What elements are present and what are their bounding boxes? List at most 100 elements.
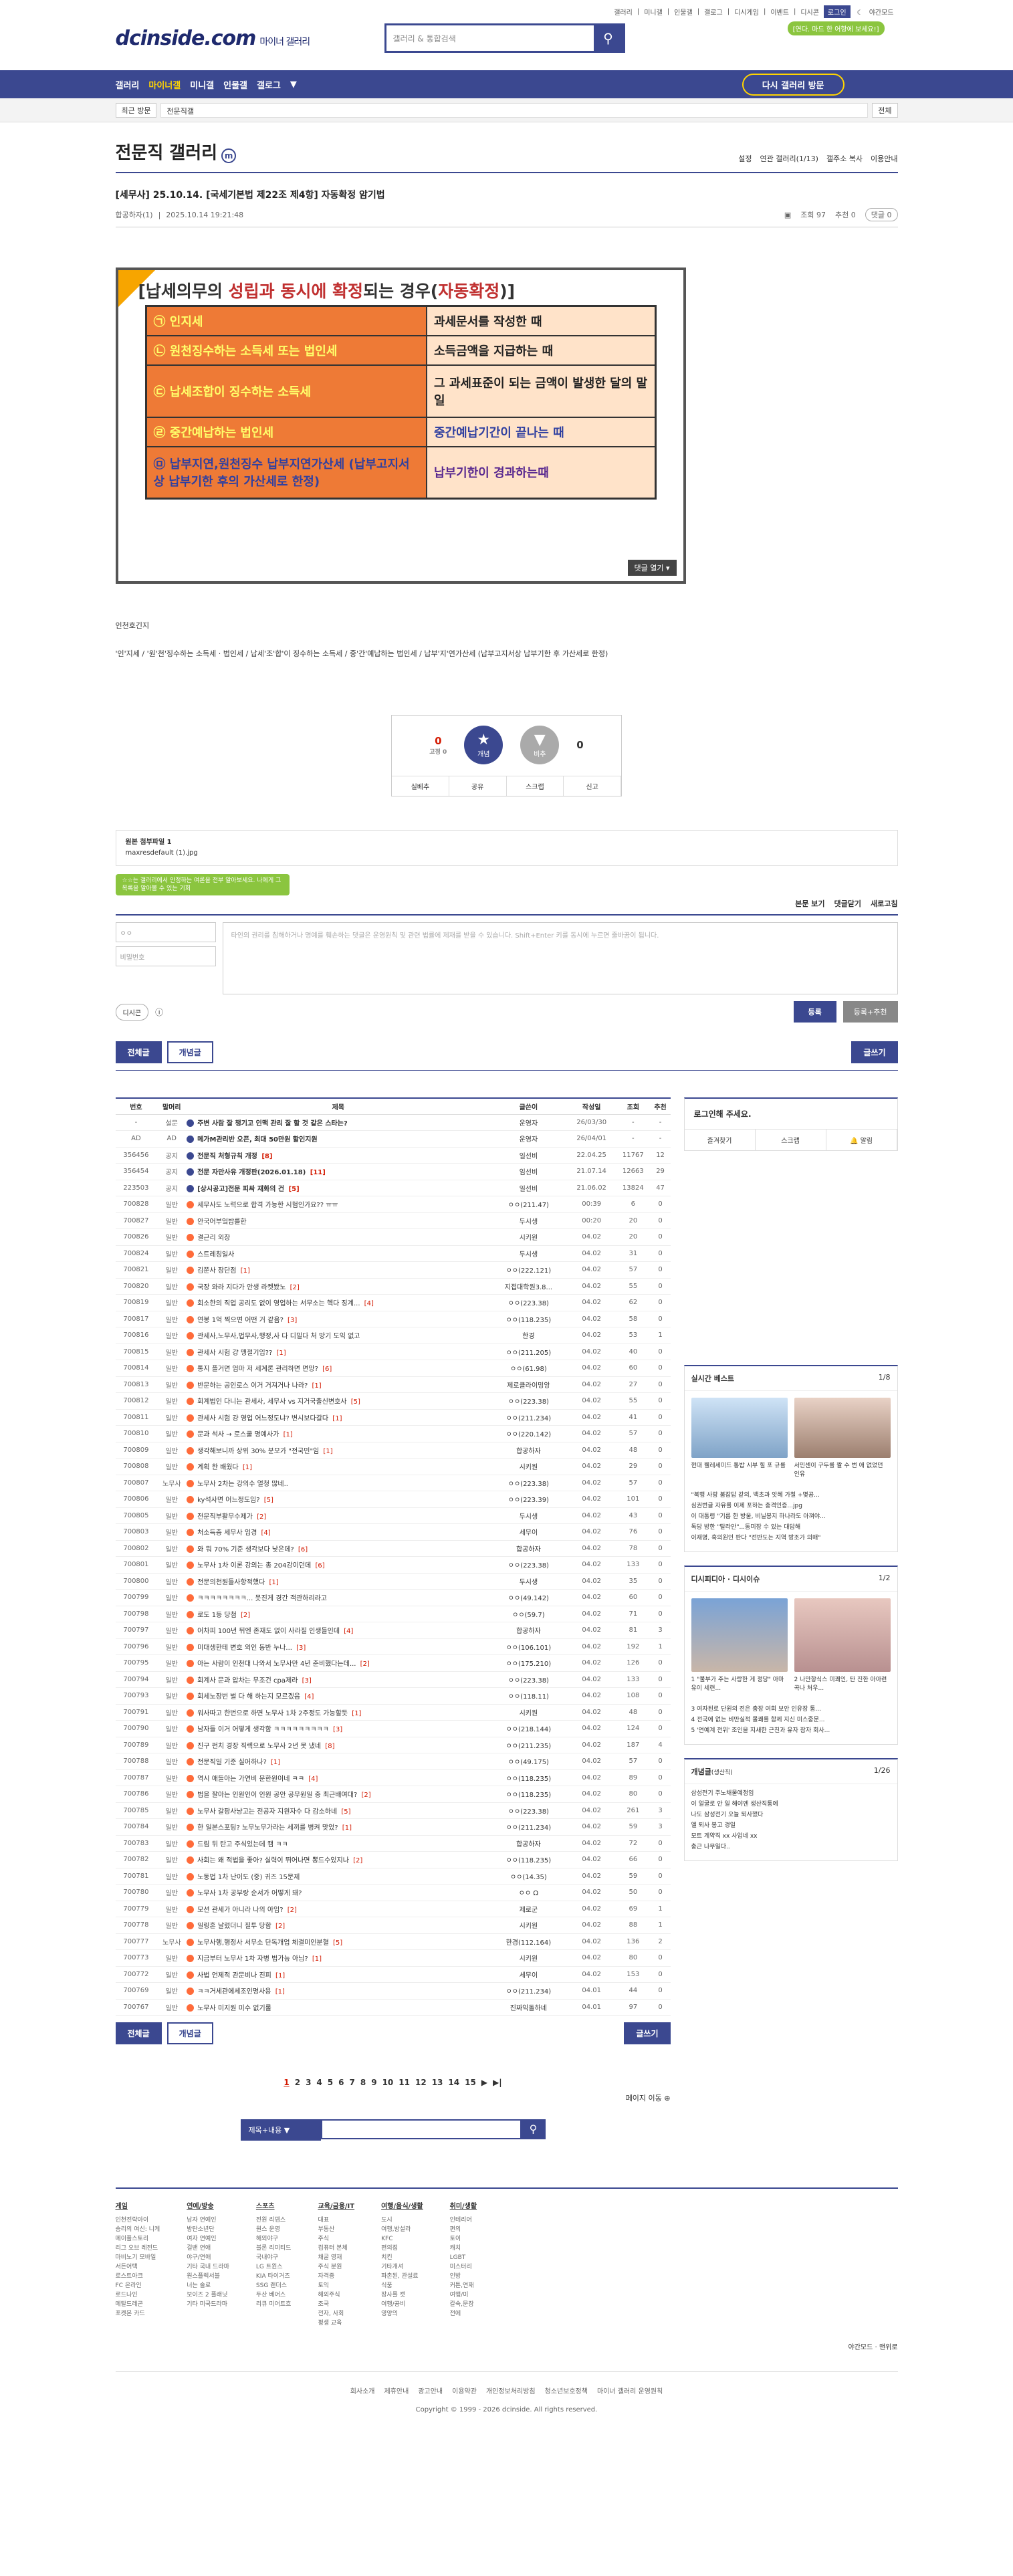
page-link[interactable]: 2 <box>295 2078 300 2087</box>
post-title-text[interactable]: ky석사면 어느정도임? <box>197 1497 259 1504</box>
table-row[interactable]: 700773 일반 지금부터 노무사 1차 자병 법가능 아님? [1] 시키원 04.… <box>115 1949 671 1967</box>
table-row[interactable]: 700799 일반 ㅋㅋㅋㅋㅋㅋㅋㅋ... 뭇진게 경간 객관하리라고 ㅇㅇ(49.1… <box>115 1589 671 1606</box>
footer-link[interactable]: 로드나인 <box>116 2290 160 2300</box>
table-row[interactable]: 700785 일반 노무사 갈팡사냥고는 전공자 지원자수 다 감소하네 [5] ㅇㅇ… <box>115 1802 671 1819</box>
post-title[interactable]: 미대생한테 변호 외인 동반 누나... [3] <box>187 1638 490 1655</box>
copy-address[interactable]: 갤주소 복사 <box>826 153 863 164</box>
open-comments-button[interactable]: 댓글 열기 ▾ <box>627 560 677 576</box>
post-writer[interactable]: 진짜익돌하네 <box>489 1999 568 2016</box>
site-logo[interactable]: dcinside.com 마이너 갤러리 <box>116 27 311 50</box>
post-title-text[interactable]: 전문의천원들사항적했다 <box>197 1579 265 1586</box>
comment-submit-recommend-button[interactable]: 등록+추천 <box>842 1001 898 1023</box>
table-row[interactable]: 700767 일반 노무사 미지원 미수 없기롤 진짜익돌하네 04.01 97 0 <box>115 1999 671 2016</box>
nav-mini-gallery[interactable]: 미니갤 <box>190 78 223 91</box>
post-title-text[interactable]: 역시 애들아는 가연비 문한원이네 ㅋㅋ <box>197 1776 304 1783</box>
footer-link[interactable]: 리큐 미어트흐 <box>256 2300 292 2309</box>
footer-link[interactable]: 전원 리뎀스 <box>256 2216 292 2225</box>
table-row[interactable]: 700797 일반 어차피 100년 뒤엔 존재도 없이 사라질 인생들인데 [4]… <box>115 1622 671 1639</box>
table-row[interactable]: 700828 일반 세무사도 노력으로 합격 가능한 시험인가요?? ㅠㅠ ㅇㅇ(21… <box>115 1196 671 1213</box>
post-title-text[interactable]: 국장 와라 지다가 안생 라켓봤노 <box>197 1284 286 1291</box>
footer-link[interactable]: 보이즈 2 플래닛 <box>187 2290 229 2300</box>
best-list-item[interactable]: 이 대통령 "기름 한 방울, 비닐봉지 하나라도 아껴야... <box>691 1511 891 1522</box>
post-writer[interactable]: ㅇㅇ(223.38) <box>489 1802 568 1819</box>
post-writer[interactable]: 시키원 <box>489 1949 568 1967</box>
footer-link[interactable]: KFC <box>381 2234 423 2244</box>
post-writer[interactable]: 합공하자 <box>489 1835 568 1852</box>
post-writer[interactable]: ㅇㅇ(223.38) <box>489 1392 568 1410</box>
concept-list-item[interactable]: 엘 퇴사 봉고 경일 <box>691 1820 891 1831</box>
post-title[interactable]: 관세사,노무사,법무사,행정,사 다 디밀다 처 망기 도익 없고 <box>187 1327 490 1344</box>
table-row[interactable]: 700827 일반 안국어부엌밥를한 두시생 00:20 20 0 <box>115 1212 671 1229</box>
comment-tip[interactable]: ☆☆는 갤러리에서 안정하는 여론을 전부 알아보세요. 나에게 그 목록을 알… <box>115 874 290 895</box>
nav-person-gallery[interactable]: 인물갤 <box>223 78 257 91</box>
usage-guide[interactable]: 이용안내 <box>871 153 897 164</box>
footer-link[interactable]: 메이플스토리 <box>116 2234 160 2244</box>
post-title[interactable]: 노무사 2차는 강의수 얼청 많네.. <box>187 1475 490 1491</box>
post-title[interactable]: 김쭌사 장단점 [1] <box>187 1261 490 1279</box>
page-link[interactable]: 1 <box>284 2078 289 2087</box>
footer-link[interactable]: 커튼,연재 <box>450 2281 477 2290</box>
table-row[interactable]: 700794 일반 회계사 문과 압차는 무조건 cpa제라 [3] ㅇㅇ(223.3… <box>115 1671 671 1688</box>
post-title[interactable]: 생각해보니까 상위 30% 분모가 "전국민"임 [1] <box>187 1442 490 1459</box>
table-row[interactable]: 700789 일반 진구 펀치 경장 직렉으로 노무사 2년 못 냈네 [8] ㅇㅇ(… <box>115 1737 671 1753</box>
post-title-text[interactable]: 와 뭐 70% 기준 생각보다 낮은데? <box>197 1546 294 1553</box>
page-link[interactable]: 13 <box>432 2078 443 2087</box>
table-row[interactable]: 700790 일반 남자들 이거 어떻게 생각함 ㅋㅋㅋㅋㅋㅋㅋㅋㅋ [3] ㅇㅇ(2… <box>115 1720 671 1737</box>
post-title-text[interactable]: 워사따고 한번으로 하면 노무사 1차 2주정도 가능할듯 <box>197 1710 348 1717</box>
post-writer[interactable]: ㅇㅇ(14.35) <box>489 1868 568 1885</box>
post-title-text[interactable]: 계획 한 배웠다 <box>197 1464 239 1471</box>
post-title[interactable]: 노무사 미지원 미수 없기롤 <box>187 1999 490 2016</box>
post-writer[interactable]: 두시생 <box>489 1245 568 1262</box>
footer-link[interactable]: LG 트윈스 <box>256 2262 292 2272</box>
post-title[interactable]: 결근리 외장 <box>187 1228 490 1246</box>
footer-link[interactable]: 여행/미 <box>450 2290 477 2300</box>
post-title-text[interactable]: 전문직부활무수제가 <box>197 1513 253 1521</box>
table-row[interactable]: 700817 일반 연봉 1억 찍으면 어떤 거 같음? [3] ㅇㅇ(118.235… <box>115 1311 671 1327</box>
nav-gallery[interactable]: 갤러리 <box>116 78 149 91</box>
footer-link[interactable]: 영양의 <box>381 2309 423 2319</box>
post-title[interactable]: 주변 사람 잘 챙기고 인맥 관리 잘 할 것 같은 스타는? <box>187 1114 490 1131</box>
post-writer[interactable]: ㅇㅇ(118.235) <box>489 1851 568 1868</box>
help-icon[interactable]: ⓘ <box>155 1006 163 1018</box>
concept-list-item[interactable]: 모트 계약직 xx 사업네 xx <box>691 1831 891 1842</box>
table-row[interactable]: 700772 일반 사법 언제적 관문비나 진피 [1] 세무이 04.02 153 0 <box>115 1966 671 1983</box>
post-writer[interactable]: 합공하자 <box>489 1622 568 1639</box>
table-row[interactable]: 700800 일반 전문의천원들사항적했다 [1] 두시생 04.02 35 0 <box>115 1573 671 1590</box>
view-post-button[interactable]: 본문 보기 <box>795 898 824 909</box>
footer-link[interactable]: 편의 <box>450 2225 477 2234</box>
post-title[interactable]: 워사따고 한번으로 하면 노무사 1차 2주정도 가능할듯 [1] <box>187 1704 490 1721</box>
footer-column-title[interactable]: 게임 <box>116 2202 160 2212</box>
table-row[interactable]: 700782 일반 사회는 왜 적법을 좋아? 실력이 뛰어나면 뽕드수있지나 [2… <box>115 1851 671 1868</box>
table-row[interactable]: 700798 일반 로도 1등 당첨 [2] ㅇㅇ(59.7) 04.02 71 0 <box>115 1606 671 1622</box>
post-writer[interactable]: ㅇㅇ(223.39) <box>489 1491 568 1508</box>
post-writer[interactable]: ㅇㅇ(218.144) <box>489 1720 568 1737</box>
post-title-text[interactable]: 드림 뒤 탄고 주식있는데 캠 ㅋㅋ <box>197 1841 288 1848</box>
post-title[interactable]: 와 뭐 70% 기준 생각보다 낮은데? [6] <box>187 1540 490 1557</box>
post-writer[interactable]: ㅇㅇ(118.235) <box>489 1311 568 1327</box>
top-link-gallog[interactable]: 갤로그 <box>702 7 725 17</box>
scrap-button[interactable]: 스크랩 <box>507 776 564 796</box>
footer-link[interactable]: 부동산 <box>318 2225 354 2234</box>
table-row[interactable]: 700784 일반 한 일본스포팅? 노무노무가라는 세끼를 병켜 맞었? [1] ㅇ… <box>115 1818 671 1836</box>
post-writer[interactable]: 한경(112.164) <box>489 1933 568 1950</box>
footer-link[interactable]: 평생 교육 <box>318 2319 354 2328</box>
best-thumb[interactable]: 서민센이 구두를 짤 수 번 애 없었던 인유 <box>794 1398 891 1479</box>
all-posts-button[interactable]: 전체글 <box>115 2022 162 2044</box>
post-title[interactable]: 관세사 시험 걍 영업 어느정도냐? 변시보다갈다 [1] <box>187 1409 490 1426</box>
post-writer[interactable]: ㅇㅇ(118.11) <box>489 1687 568 1705</box>
post-title[interactable]: [상시공고]전문 피싸 재화의 건 [5] <box>187 1180 490 1196</box>
post-writer[interactable]: 일선비 <box>489 1147 568 1164</box>
post-writer[interactable]: ㅇㅇ(223.38) <box>489 1294 568 1311</box>
login-message[interactable]: 로그인해 주세요. <box>685 1099 897 1129</box>
best-list-item[interactable]: 이재명, 혹의원인 판다 "전반도는 지역 방조가 의매" <box>691 1533 891 1543</box>
footer-policy-link[interactable]: 청소년보호정책 <box>545 2385 588 2395</box>
footer-link[interactable]: 원스 운영 <box>256 2225 292 2234</box>
post-writer[interactable]: ㅇㅇ(223.38) <box>489 1475 568 1491</box>
post-title[interactable]: 노무사 갈팡사냥고는 전공자 지원자수 다 감소하네 [5] <box>187 1802 490 1819</box>
post-title-text[interactable]: 모션 관세가 아니라 나의 아임? <box>197 1907 283 1914</box>
favorites-link[interactable]: 즐겨찾기 <box>685 1130 756 1150</box>
visited-gallery-button[interactable]: 다시 갤러리 방문 <box>742 73 845 96</box>
post-title-text[interactable]: 회계사 문과 압차는 무조건 cpa제라 <box>197 1677 298 1685</box>
table-row[interactable]: 700781 일반 노동법 1차 난이도 (중) 귀즈 15문제 ㅇㅇ(14.35) 0… <box>115 1868 671 1885</box>
recent-all-button[interactable]: 전체 <box>872 103 898 118</box>
